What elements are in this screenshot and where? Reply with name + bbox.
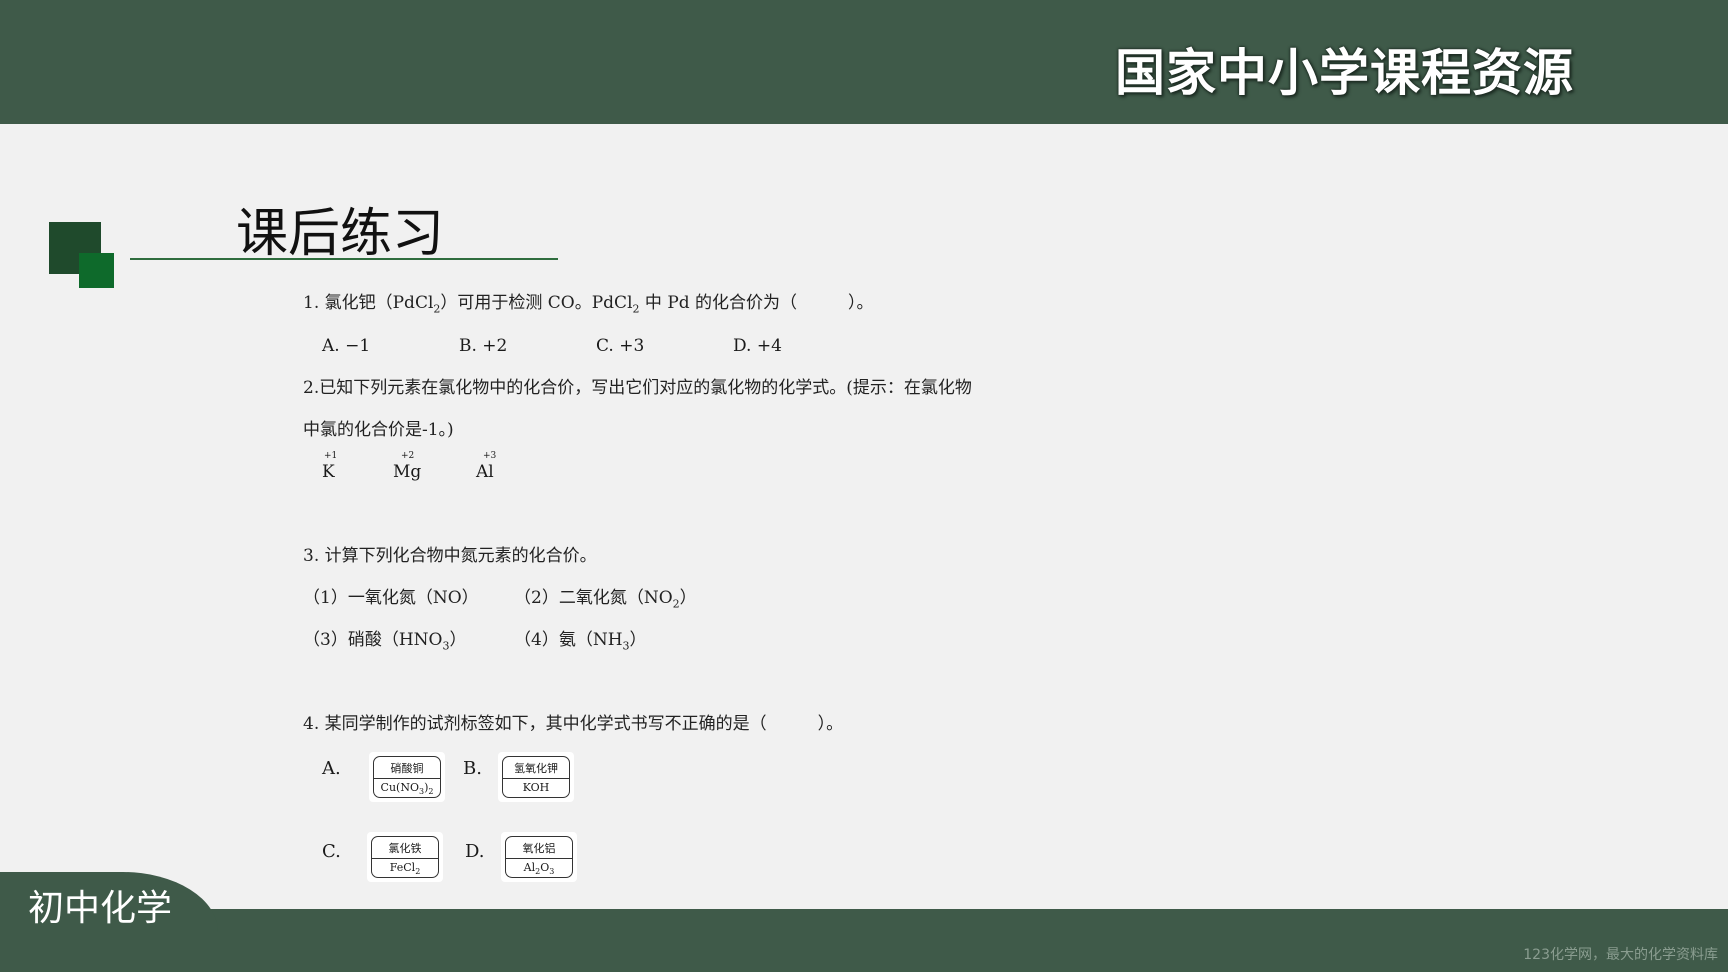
reagent-label-a: 硝酸铜 Cu(NO3)2 bbox=[369, 752, 445, 802]
q3-item-4: （4）氨（NH3） bbox=[514, 628, 647, 652]
reagent-label-b: 氢氧化钾 KOH bbox=[498, 752, 574, 802]
formula-d-sub2: 3 bbox=[549, 867, 555, 877]
reagent-name-c: 氯化铁 bbox=[372, 840, 438, 859]
q3-item-2-pre: （2）二氧化氮（NO bbox=[514, 588, 673, 608]
title-square-light bbox=[79, 253, 114, 288]
q4-option-b-letter: B. bbox=[463, 758, 482, 779]
title-underline bbox=[130, 258, 558, 260]
reagent-formula-c: FeCl2 bbox=[372, 859, 438, 877]
q1-option-d: D. +4 bbox=[733, 336, 782, 356]
q3-item-4-post: ） bbox=[629, 630, 647, 650]
brand-logo-text: 国家中小学课程资源 bbox=[1115, 44, 1574, 102]
q1-option-b: B. +2 bbox=[459, 336, 508, 356]
reagent-label-frame: 氢氧化钾 KOH bbox=[502, 756, 570, 798]
q3-item-4-pre: （4）氨（NH bbox=[514, 630, 623, 650]
reagent-name-d: 氧化铝 bbox=[506, 840, 572, 859]
reagent-name-a: 硝酸铜 bbox=[374, 760, 440, 779]
q3-item-2-post: ） bbox=[679, 588, 697, 608]
q3-item-3-post: ） bbox=[449, 630, 467, 650]
q4-option-a-letter: A. bbox=[322, 758, 341, 779]
formula-d-post: O bbox=[540, 861, 550, 874]
q3-item-3: （3）硝酸（HNO3） bbox=[303, 628, 466, 652]
reagent-label-d: 氧化铝 Al2O3 bbox=[501, 832, 577, 882]
subject-label: 初中化学 bbox=[28, 888, 173, 929]
reagent-formula-a: Cu(NO3)2 bbox=[374, 779, 440, 797]
formula-c-sub: 2 bbox=[415, 867, 421, 877]
q3-item-1: （1）一氧化氮（NO） bbox=[303, 588, 479, 608]
valence-k: +1 bbox=[324, 451, 338, 461]
section-title: 课后练习 bbox=[236, 204, 445, 264]
reagent-formula-b: KOH bbox=[503, 779, 569, 797]
question-1: 1. 氯化钯（PdCl2）可用于检测 CO。PdCl2 中 Pd 的化合价为（ … bbox=[303, 291, 874, 315]
symbol-mg: Mg bbox=[393, 462, 422, 482]
valence-mg: +2 bbox=[401, 451, 415, 461]
footer-band bbox=[0, 909, 1728, 972]
question-2-line-1: 2.已知下列元素在氯化物中的化合价，写出它们对应的氯化物的化学式。(提示：在氯化… bbox=[303, 378, 972, 398]
reagent-label-c: 氯化铁 FeCl2 bbox=[367, 832, 443, 882]
formula-d-pre: Al bbox=[523, 861, 536, 874]
q4-option-d-letter: D. bbox=[465, 841, 485, 862]
footer-watermark: 123化学网，最大的化学资料库 bbox=[1523, 947, 1718, 963]
q1-text-post: 中 Pd 的化合价为（ ）。 bbox=[639, 293, 874, 313]
q1-option-c: C. +3 bbox=[596, 336, 645, 356]
formula-a-pre: Cu(NO bbox=[380, 781, 419, 794]
q1-text-mid: ）可用于检测 CO。PdCl bbox=[440, 293, 633, 313]
question-2-line-2: 中氯的化合价是-1。) bbox=[303, 420, 454, 440]
symbol-k: K bbox=[322, 462, 335, 482]
element-al: +3 Al bbox=[476, 451, 496, 484]
q1-option-a: A. −1 bbox=[322, 336, 371, 356]
question-4: 4. 某同学制作的试剂标签如下，其中化学式书写不正确的是（ ）。 bbox=[303, 714, 844, 734]
q1-subscript-2: 2 bbox=[632, 302, 640, 316]
formula-c-pre: FeCl bbox=[389, 861, 416, 874]
formula-a-sub2: 2 bbox=[428, 787, 434, 797]
reagent-formula-d: Al2O3 bbox=[506, 859, 572, 877]
q1-text-pre: 1. 氯化钯（PdCl bbox=[303, 293, 434, 313]
q3-item-2: （2）二氧化氮（NO2） bbox=[514, 586, 697, 610]
reagent-label-frame: 氧化铝 Al2O3 bbox=[505, 836, 573, 878]
reagent-name-b: 氢氧化钾 bbox=[503, 760, 569, 779]
reagent-label-frame: 氯化铁 FeCl2 bbox=[371, 836, 439, 878]
q3-item-3-pre: （3）硝酸（HNO bbox=[303, 630, 443, 650]
q3-item-2-sub: 2 bbox=[672, 597, 680, 611]
q3-item-4-sub: 3 bbox=[622, 639, 630, 653]
symbol-al: Al bbox=[476, 462, 494, 482]
element-k: +1 K bbox=[322, 451, 337, 484]
question-3: 3. 计算下列化合物中氮元素的化合价。 bbox=[303, 546, 597, 566]
formula-b-pre: KOH bbox=[522, 781, 550, 794]
element-mg: +2 Mg bbox=[393, 451, 422, 484]
valence-al: +3 bbox=[483, 451, 497, 461]
reagent-label-frame: 硝酸铜 Cu(NO3)2 bbox=[373, 756, 441, 798]
q4-option-c-letter: C. bbox=[322, 841, 341, 862]
